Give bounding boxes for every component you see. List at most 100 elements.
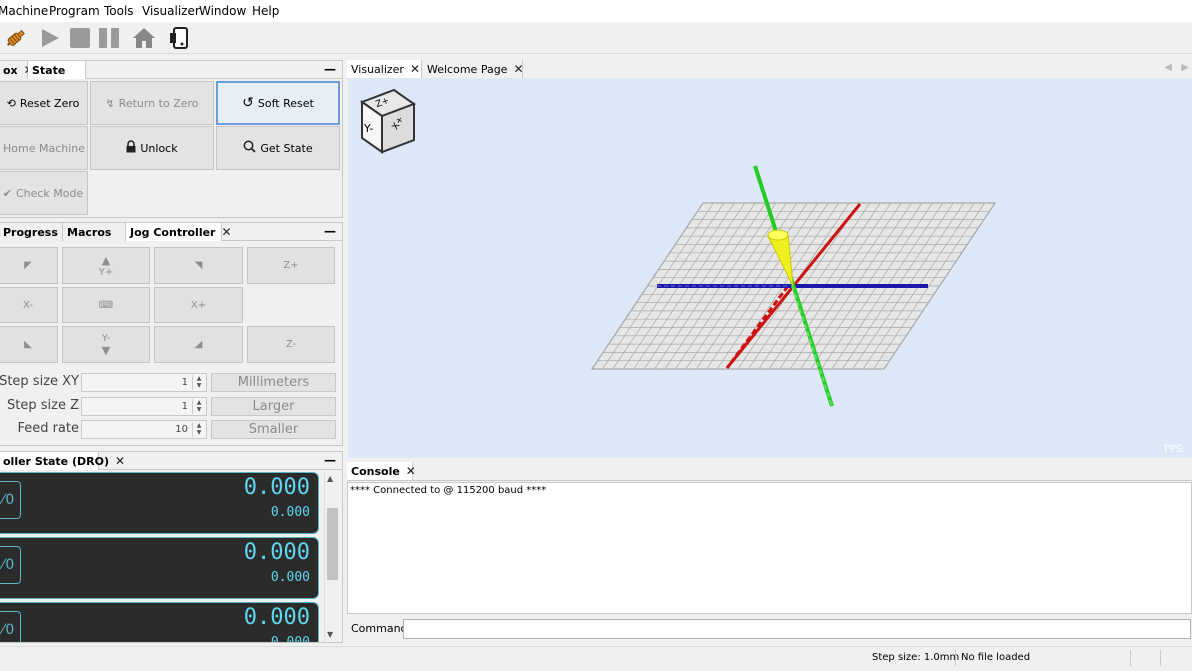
jog-keyboard-button[interactable]: ⌨	[62, 287, 150, 323]
viz-tabstrip: Visualizer ✕ Welcome Page ✕ ◀ ▶	[347, 60, 1192, 79]
jog-panel: Progress Macros Jog Controller ✕ — ◤ ▲ Y+ …	[0, 222, 343, 446]
feed-rate-spinbox[interactable]: 10 ▲ ▼	[81, 420, 207, 439]
tab-console[interactable]: Console ✕	[347, 462, 416, 480]
feed-rate-label: Feed rate	[17, 421, 79, 436]
menu-program[interactable]: Program	[49, 4, 100, 18]
dro-row-3: ⁄ 0 0.000 0.000	[0, 602, 319, 642]
play-icon[interactable]	[37, 25, 63, 51]
tab-macros[interactable]: Macros	[63, 223, 126, 241]
soft-reset-button[interactable]: ↺ Soft Reset	[216, 81, 340, 125]
dro-axis-button[interactable]: ⁄ 0	[0, 546, 21, 584]
tab-progress[interactable]: Progress	[0, 223, 63, 241]
jog-label: X+	[190, 299, 207, 311]
lock-icon	[126, 140, 136, 156]
close-icon[interactable]: ✕	[410, 62, 420, 76]
home-machine-button[interactable]: Home Machine	[0, 126, 88, 170]
menu-help[interactable]: Help	[252, 4, 279, 18]
dro-axis-label: 0	[5, 492, 15, 508]
jog-label: Y-	[101, 332, 111, 344]
menu-tools[interactable]: Tools	[104, 4, 134, 18]
spin-value: 1	[181, 401, 188, 412]
tab-ox[interactable]: ox✕	[0, 61, 34, 79]
minimize-icon[interactable]: —	[324, 224, 336, 238]
step-z-label: Step size Z	[7, 398, 79, 413]
check-mode-button[interactable]: ✔ Check Mode	[0, 171, 88, 215]
jog-xminus-yminus-button[interactable]: ◣	[0, 326, 58, 363]
minimize-icon[interactable]: —	[324, 62, 336, 76]
spin-arrows-icon[interactable]: ▲ ▼	[192, 399, 205, 414]
jog-yplus-button[interactable]: ▲ Y+	[62, 247, 150, 284]
tab-label: ox	[3, 63, 18, 77]
jog-label: Y+	[98, 266, 114, 278]
jog-xplus-yminus-button[interactable]: ◢	[154, 326, 243, 363]
close-icon[interactable]: ✕	[221, 225, 231, 239]
dro-axis-label: 0	[5, 557, 15, 573]
jog-xplus-button[interactable]: X+	[154, 287, 243, 323]
units-button[interactable]: Millimeters	[211, 373, 336, 392]
orientation-cube[interactable]: Z+ Y- X+	[359, 88, 417, 154]
close-icon[interactable]: ✕	[513, 62, 523, 76]
spin-arrows-icon[interactable]: ▲ ▼	[192, 422, 205, 437]
stop-icon[interactable]	[67, 25, 93, 51]
tab-jog-controller[interactable]: Jog Controller ✕	[126, 223, 232, 241]
arrow-up-icon: ▲	[101, 253, 111, 267]
dro-machine-value: 0.000	[270, 505, 310, 520]
tab-label: State	[32, 63, 66, 77]
minimize-icon[interactable]: —	[324, 453, 336, 467]
dro-work-value: 0.000	[243, 475, 310, 500]
dro-scrollbar[interactable]: ▲ ▼	[324, 472, 340, 642]
spin-arrows-icon[interactable]: ▲ ▼	[192, 375, 205, 390]
reset-zero-button[interactable]: ⟲ Reset Zero	[0, 81, 88, 125]
return-icon: ↯	[105, 96, 115, 110]
smaller-button[interactable]: Smaller	[211, 420, 336, 439]
tab-welcome-page[interactable]: Welcome Page ✕	[423, 60, 524, 78]
tab-dro[interactable]: oller State (DRO) ✕	[0, 452, 125, 470]
step-xy-spinbox[interactable]: 1 ▲ ▼	[81, 373, 207, 392]
dro-axis-button[interactable]: ⁄ 0	[0, 611, 21, 642]
tab-label: Progress	[3, 225, 58, 239]
tab-visualizer[interactable]: Visualizer ✕	[347, 60, 422, 78]
close-icon[interactable]: ✕	[115, 454, 125, 468]
jog-xminus-button[interactable]: X-	[0, 287, 58, 323]
menu-window[interactable]: Window	[199, 4, 246, 18]
pause-icon[interactable]	[96, 25, 122, 51]
menu-visualizer[interactable]: Visualizer	[142, 4, 200, 18]
return-to-zero-button[interactable]: ↯ Return to Zero	[90, 81, 214, 125]
jog-xplus-yplus-button[interactable]: ◥	[154, 247, 243, 284]
jog-yminus-button[interactable]: Y- ▼	[62, 326, 150, 363]
dro-axis-button[interactable]: ⁄ 0	[0, 481, 21, 519]
check-icon: ✔	[2, 186, 12, 200]
visualizer-canvas[interactable]: Z+ Y- X+ FPS:	[348, 78, 1192, 458]
dro-axis-label: 0	[5, 622, 15, 638]
jog-xminus-yplus-button[interactable]: ◤	[0, 247, 58, 284]
connect-icon[interactable]	[3, 25, 29, 51]
dro-panel: oller State (DRO) ✕ — ⁄ 0 0.000 0.000 ⁄ 0 0…	[0, 451, 343, 643]
arrow-down-left-icon: ◣	[24, 339, 32, 350]
cube-front-label: Y-	[363, 122, 373, 135]
close-icon[interactable]: ✕	[406, 464, 416, 478]
arrow-up-right-icon: ◥	[194, 260, 203, 271]
arrow-down-right-icon: ◢	[194, 339, 203, 350]
scroll-down-icon[interactable]: ▼	[327, 630, 333, 639]
dro-row-2: ⁄ 0 0.000 0.000	[0, 537, 319, 599]
menu-machine[interactable]: Machine	[0, 4, 48, 18]
tab-scroll-right-icon[interactable]: ▶	[1181, 62, 1189, 73]
tab-state[interactable]: State	[28, 61, 86, 79]
console-output[interactable]: **** Connected to @ 115200 baud ****	[347, 482, 1192, 614]
scroll-up-icon[interactable]: ▲	[327, 474, 333, 483]
jog-zminus-button[interactable]: Z-	[247, 326, 335, 363]
unlock-button[interactable]: Unlock	[90, 126, 214, 170]
scroll-thumb[interactable]	[327, 508, 338, 580]
command-input[interactable]	[403, 619, 1191, 639]
home-icon[interactable]	[131, 25, 157, 51]
step-xy-label: Step size XY	[0, 374, 79, 389]
step-z-spinbox[interactable]: 1 ▲ ▼	[81, 397, 207, 416]
device-icon[interactable]	[166, 25, 192, 51]
get-state-button[interactable]: Get State	[216, 126, 340, 170]
larger-button[interactable]: Larger	[211, 397, 336, 416]
tab-scroll-left-icon[interactable]: ◀	[1164, 62, 1172, 73]
command-row: Command:	[347, 616, 1192, 642]
jog-zplus-button[interactable]: Z+	[247, 247, 335, 284]
jog-label: X-	[23, 299, 33, 311]
tab-label: oller State (DRO)	[3, 454, 109, 468]
